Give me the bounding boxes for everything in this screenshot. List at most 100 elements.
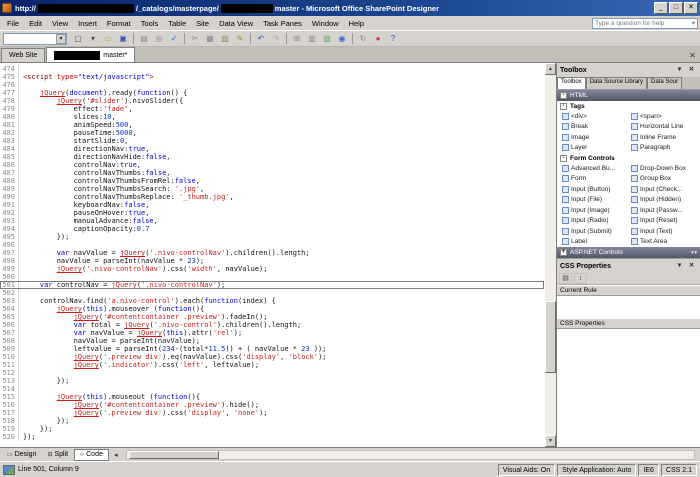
document-tab-active[interactable]: master* <box>46 47 136 62</box>
code-editor[interactable]: 474 475 <script type="text/javascript"> 476… <box>0 63 544 447</box>
format-painter-icon[interactable]: ✎ <box>233 32 247 45</box>
new-document-icon[interactable]: ▢ <box>71 32 85 45</box>
scroll-down-icon[interactable]: ▼▼ <box>690 250 698 255</box>
document-tab[interactable]: Web Site <box>1 48 46 62</box>
code-line[interactable]: 501 var controlNav = jQuery('.nivo-contr… <box>0 281 544 289</box>
toolbox-item[interactable]: Layer <box>562 143 631 154</box>
toolbox-item[interactable]: Input (Reset) <box>631 216 700 227</box>
section-header-html[interactable]: - HTML <box>557 90 700 101</box>
code-line[interactable]: 515 jQuery(this).mouseout (function(){ <box>0 393 544 401</box>
toolbox-item[interactable]: Drop-Down Box <box>631 163 700 174</box>
code-line[interactable]: 479 effect:'fade', <box>0 105 544 113</box>
menu-edit[interactable]: Edit <box>24 18 47 29</box>
sort-icon[interactable]: ↕ <box>574 273 587 284</box>
toolbox-item[interactable]: Image <box>562 132 631 143</box>
categorize-icon[interactable]: ▤ <box>559 273 572 284</box>
code-line[interactable]: 474 <box>0 65 544 73</box>
collapse-icon[interactable]: - <box>560 154 567 162</box>
code-line[interactable]: 508 navValue = parseInt(navValue); <box>0 337 544 345</box>
copy-icon[interactable]: ▦ <box>203 32 217 45</box>
code-line[interactable]: 487 controlNavThumbs:false, <box>0 169 544 177</box>
toolbox-pane-header[interactable]: Toolbox ▾ ✕ <box>557 63 700 77</box>
code-line[interactable]: 502 <box>0 289 544 297</box>
code-line[interactable]: 513 }); <box>0 377 544 385</box>
toolbox-item[interactable]: Paragraph <box>631 143 700 154</box>
toolbox-item[interactable]: Input (Check... <box>631 184 700 195</box>
code-line[interactable]: 490 controlNavThumbsReplace: '_thumb.jpg… <box>0 193 544 201</box>
toolbox-item[interactable]: Horizontal Line <box>631 122 700 133</box>
css-properties-pane-header[interactable]: CSS Properties ▾ ✕ <box>557 259 700 273</box>
insert-layer-icon[interactable]: ▥ <box>305 32 319 45</box>
editor-horizontal-scrollbar[interactable] <box>125 449 695 460</box>
title-bar[interactable]: http:// /_catalogs/masterpage/master - Mi… <box>0 0 700 16</box>
code-line[interactable]: 488 controlNavThumbsFromRel:false, <box>0 177 544 185</box>
toolbox-item[interactable]: Text Area <box>631 237 700 248</box>
menu-help[interactable]: Help <box>344 18 369 29</box>
menu-file[interactable]: File <box>2 18 24 29</box>
code-line[interactable]: 519 }); <box>0 425 544 433</box>
toolbox-item[interactable]: Input (Radio) <box>562 216 631 227</box>
code-line[interactable]: 500 <box>0 273 544 281</box>
redo-icon[interactable]: ↷ <box>269 32 283 45</box>
code-line[interactable]: 511 jQuery('.indicator').css('left', lef… <box>0 361 544 369</box>
menu-window[interactable]: Window <box>307 18 344 29</box>
editor-vertical-scrollbar[interactable]: ▲ ▼ <box>544 63 556 447</box>
menu-site[interactable]: Site <box>191 18 214 29</box>
menu-view[interactable]: View <box>47 18 73 29</box>
chevron-down-icon[interactable]: ▾ <box>56 33 66 44</box>
code-line[interactable]: 514 <box>0 385 544 393</box>
code-line[interactable]: 512 <box>0 369 544 377</box>
toolbox-item[interactable]: <span> <box>631 111 700 122</box>
horizontal-scrollbar-thumb[interactable] <box>128 450 219 459</box>
code-line[interactable]: 492 pauseOnHover:true, <box>0 209 544 217</box>
scroll-up-icon[interactable]: ▲ <box>545 63 556 75</box>
toolbox-item[interactable]: Input (Passw... <box>631 205 700 216</box>
pane-menu-chevron-icon[interactable]: ▾ <box>674 261 685 271</box>
collapse-icon[interactable]: - <box>560 102 567 110</box>
help-icon[interactable]: ? <box>386 32 400 45</box>
group-label-form-controls[interactable]: - Form Controls <box>557 153 700 163</box>
pane-menu-chevron-icon[interactable]: ▾ <box>674 65 685 75</box>
code-line[interactable]: 497 var navValue = jQuery('.nivo-control… <box>0 249 544 257</box>
menu-table[interactable]: Table <box>163 18 191 29</box>
menu-data-view[interactable]: Data View <box>214 18 258 29</box>
scroll-down-icon[interactable]: ▼ <box>545 435 556 447</box>
code-line[interactable]: 491 keyboardNav:false, <box>0 201 544 209</box>
stop-icon[interactable]: ● <box>371 32 385 45</box>
menu-tools[interactable]: Tools <box>136 18 164 29</box>
code-line[interactable]: 486 controlNav:true, <box>0 161 544 169</box>
menu-format[interactable]: Format <box>102 18 136 29</box>
pane-tab-toolbox[interactable]: Toolbox <box>557 77 586 89</box>
code-line[interactable]: 494 captionOpacity:0.7 <box>0 225 544 233</box>
code-line[interactable]: 485 directionNavHide:false, <box>0 153 544 161</box>
code-line[interactable]: 482 pauseTime:5000, <box>0 129 544 137</box>
save-icon[interactable]: ▣ <box>116 32 130 45</box>
view-tab-design[interactable]: ▭ Design <box>2 449 41 461</box>
code-line[interactable]: 476 <box>0 81 544 89</box>
code-line[interactable]: 505 jQuery('#contentcontainer .preview')… <box>0 313 544 321</box>
code-line[interactable]: 503 controlNav.find('a.nivo-control').ea… <box>0 297 544 305</box>
tab-scroll-left-icon[interactable]: ◂ <box>110 451 122 459</box>
toolbox-item[interactable]: Input (Hidden) <box>631 195 700 206</box>
code-line[interactable]: 504 jQuery(this).mouseover (function(){ <box>0 305 544 313</box>
pane-tab-data-sour[interactable]: Data Sour <box>647 77 683 89</box>
code-line[interactable]: 478 jQuery('#slider').nivoSlider({ <box>0 97 544 105</box>
code-line[interactable]: 510 jQuery('.preview div').eq(navValue).… <box>0 353 544 361</box>
code-line[interactable]: 498 navValue = parseInt(navValue * 23); <box>0 257 544 265</box>
toolbox-item[interactable]: Input (Button) <box>562 184 631 195</box>
code-line[interactable]: 517 jQuery('.preview div').css('display'… <box>0 409 544 417</box>
code-line[interactable]: 477 jQuery(document).ready(function() { <box>0 89 544 97</box>
close-document-icon[interactable]: ✕ <box>686 50 699 62</box>
pane-close-icon[interactable]: ✕ <box>686 65 697 75</box>
hyperlink-icon[interactable]: ◉ <box>335 32 349 45</box>
code-line[interactable]: 518 }); <box>0 417 544 425</box>
group-label-tags[interactable]: - Tags <box>557 101 700 111</box>
collapse-icon[interactable]: - <box>560 92 567 99</box>
cut-icon[interactable]: ✂ <box>188 32 202 45</box>
toolbox-item[interactable]: Input (Image) <box>562 205 631 216</box>
code-line[interactable]: 516 jQuery('#contentcontainer .preview')… <box>0 401 544 409</box>
code-line[interactable]: 493 manualAdvance:false, <box>0 217 544 225</box>
spelling-icon[interactable]: ✓ <box>167 32 181 45</box>
toolbox-item[interactable]: Inline Frame <box>631 132 700 143</box>
help-question-box[interactable]: Type a question for help ▾ <box>592 17 698 29</box>
